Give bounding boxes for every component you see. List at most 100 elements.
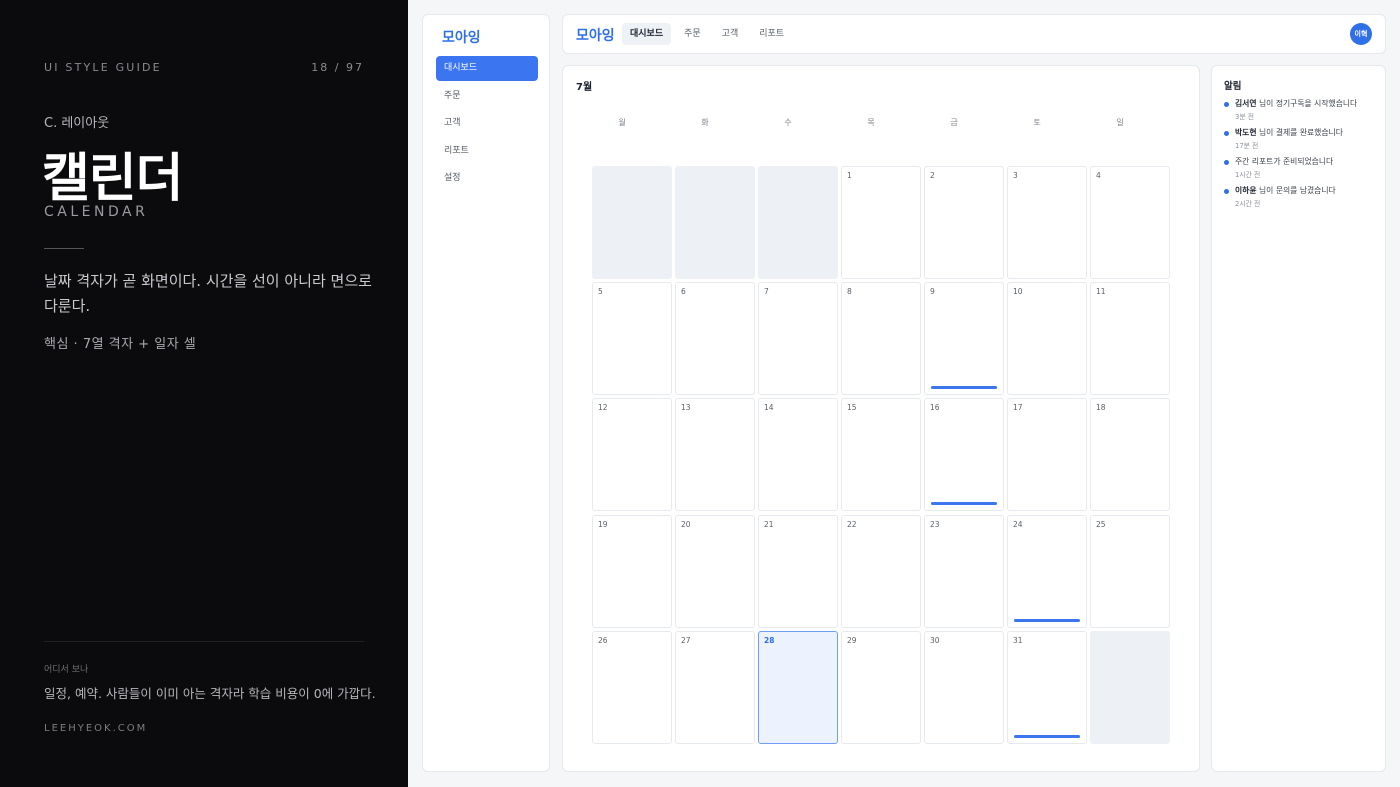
day-number: 31 xyxy=(1013,635,1023,645)
sidebar-logo[interactable]: 모아잉 xyxy=(442,27,481,47)
unread-dot-icon xyxy=(1224,102,1229,107)
day-cell[interactable]: 13 xyxy=(675,398,755,512)
unread-dot-icon xyxy=(1224,160,1229,165)
notification-message: 주간 리포트가 준비되었습니다 xyxy=(1235,156,1333,167)
guide-header-label: UI STYLE GUIDE xyxy=(44,61,162,74)
day-cell[interactable]: 2 xyxy=(924,166,1004,279)
empty-day-cell xyxy=(1090,630,1170,744)
topbar-tab[interactable]: 대시보드 xyxy=(622,23,672,45)
day-number: 17 xyxy=(1013,403,1023,413)
day-cell[interactable]: 3 xyxy=(1007,166,1087,279)
day-number: 18 xyxy=(1096,403,1106,413)
day-cell[interactable]: 21 xyxy=(758,514,838,628)
day-cell[interactable]: 10 xyxy=(1007,282,1087,396)
day-cell[interactable]: 28 xyxy=(758,630,838,744)
weekday-label: 일 xyxy=(1116,118,1124,127)
page-title-en: CALENDAR xyxy=(44,204,149,220)
section-label: C. 레이아웃 xyxy=(44,116,110,131)
day-cell[interactable]: 14 xyxy=(758,398,838,512)
unread-dot-icon xyxy=(1224,131,1229,136)
day-number: 2 xyxy=(930,171,935,180)
day-cell[interactable]: 23 xyxy=(924,514,1004,628)
notification-time: 17분 전 xyxy=(1235,142,1259,150)
notification-text: 님이 문의를 남겼습니다 xyxy=(1256,186,1336,195)
day-number: 15 xyxy=(847,403,857,413)
notification-text: 님이 정기구독을 시작했습니다 xyxy=(1256,99,1358,108)
day-number: 9 xyxy=(930,287,935,297)
notification-message: 이하윤 님이 문의를 남겼습니다 xyxy=(1235,185,1336,196)
notification-message: 김서연 님이 정기구독을 시작했습니다 xyxy=(1235,98,1357,109)
day-number: 1 xyxy=(847,171,852,180)
day-cell[interactable]: 8 xyxy=(841,282,921,396)
event-bar[interactable] xyxy=(931,502,997,506)
day-number: 23 xyxy=(930,519,940,529)
day-number: 11 xyxy=(1096,287,1106,297)
notification-name: 김서연 xyxy=(1235,99,1257,108)
avatar[interactable]: 이혁 xyxy=(1350,23,1372,45)
empty-day-cell xyxy=(675,166,755,279)
notification-text: 주간 리포트가 준비되었습니다 xyxy=(1235,157,1334,166)
notification-time: 2시간 전 xyxy=(1235,200,1261,208)
sidebar-item[interactable]: 대시보드 xyxy=(436,56,538,81)
site-link[interactable]: LEEHYEOK.COM xyxy=(44,723,147,734)
day-cell[interactable]: 22 xyxy=(841,514,921,628)
core-summary: 핵심 · 7열 격자 + 일자 셀 xyxy=(44,337,197,352)
sidebar-item[interactable]: 고객 xyxy=(436,111,538,136)
where-label: 어디서 보나 xyxy=(44,665,89,675)
notification-text: 님이 결제를 완료했습니다 xyxy=(1256,128,1343,137)
day-cell[interactable]: 29 xyxy=(841,630,921,744)
day-number: 3 xyxy=(1013,171,1018,180)
footer-divider xyxy=(44,641,364,642)
sidebar-item[interactable]: 주문 xyxy=(436,84,538,109)
day-cell[interactable]: 6 xyxy=(675,282,755,396)
style-guide-panel: UI STYLE GUIDE 18 / 97 C. 레이아웃 캘린더 CALEN… xyxy=(0,0,408,787)
notifications-title: 알림 xyxy=(1224,81,1242,92)
calendar-card: 7월 월 화 수 목 금 토 일 1 2 3 4 5 6 7 8 9 10 11 12 13 14 15 16 17 18 19 2… xyxy=(562,65,1200,772)
day-cell[interactable]: 11 xyxy=(1090,282,1170,396)
day-cell[interactable]: 17 xyxy=(1007,398,1087,512)
day-cell[interactable]: 30 xyxy=(924,630,1004,744)
day-cell[interactable]: 25 xyxy=(1090,514,1170,628)
day-number: 24 xyxy=(1013,519,1023,529)
weekday-label: 화 xyxy=(701,118,709,127)
day-cell[interactable]: 5 xyxy=(592,282,672,396)
day-cell[interactable]: 18 xyxy=(1090,398,1170,512)
day-cell[interactable]: 7 xyxy=(758,282,838,396)
day-cell[interactable]: 24 xyxy=(1007,514,1087,628)
day-number: 14 xyxy=(764,403,774,413)
day-cell[interactable]: 27 xyxy=(675,630,755,744)
day-cell[interactable]: 15 xyxy=(841,398,921,512)
day-number: 25 xyxy=(1096,519,1106,529)
topbar-tabs: 대시보드 주문 고객 리포트 xyxy=(622,23,797,45)
day-cell[interactable]: 1 xyxy=(841,166,921,279)
event-bar[interactable] xyxy=(931,386,997,390)
day-number: 20 xyxy=(681,519,691,529)
sidebar-item[interactable]: 설정 xyxy=(436,166,538,191)
unread-dot-icon xyxy=(1224,189,1229,194)
notifications-card: 알림 김서연 님이 정기구독을 시작했습니다 3분 전 박도현 님이 결제를 완료했… xyxy=(1211,65,1386,772)
day-cell[interactable]: 31 xyxy=(1007,630,1087,744)
topbar-tab[interactable]: 리포트 xyxy=(751,23,792,45)
page-counter: 18 / 97 xyxy=(311,61,364,74)
where-value: 일정, 예약. 사람들이 이미 아는 격자라 학습 비용이 0에 가깝다. xyxy=(44,686,376,701)
day-cell[interactable]: 20 xyxy=(675,514,755,628)
sidebar-item[interactable]: 리포트 xyxy=(436,139,538,164)
guide-header: UI STYLE GUIDE 18 / 97 xyxy=(44,61,364,74)
day-number: 5 xyxy=(598,287,603,297)
weekday-label: 토 xyxy=(1033,118,1041,127)
day-cell[interactable]: 26 xyxy=(592,630,672,744)
event-bar[interactable] xyxy=(1014,618,1080,622)
day-number: 19 xyxy=(598,519,608,529)
day-cell[interactable]: 12 xyxy=(592,398,672,512)
day-cell[interactable]: 16 xyxy=(924,398,1004,512)
day-number: 10 xyxy=(1013,287,1023,297)
topbar-logo[interactable]: 모아잉 xyxy=(576,25,615,45)
topbar-tab[interactable]: 고객 xyxy=(714,23,747,45)
event-bar[interactable] xyxy=(1014,734,1080,738)
day-number: 12 xyxy=(598,403,608,413)
topbar-tab[interactable]: 주문 xyxy=(676,23,709,45)
day-number: 13 xyxy=(681,403,691,413)
day-cell[interactable]: 4 xyxy=(1090,166,1170,279)
day-cell[interactable]: 19 xyxy=(592,514,672,628)
day-cell[interactable]: 9 xyxy=(924,282,1004,396)
